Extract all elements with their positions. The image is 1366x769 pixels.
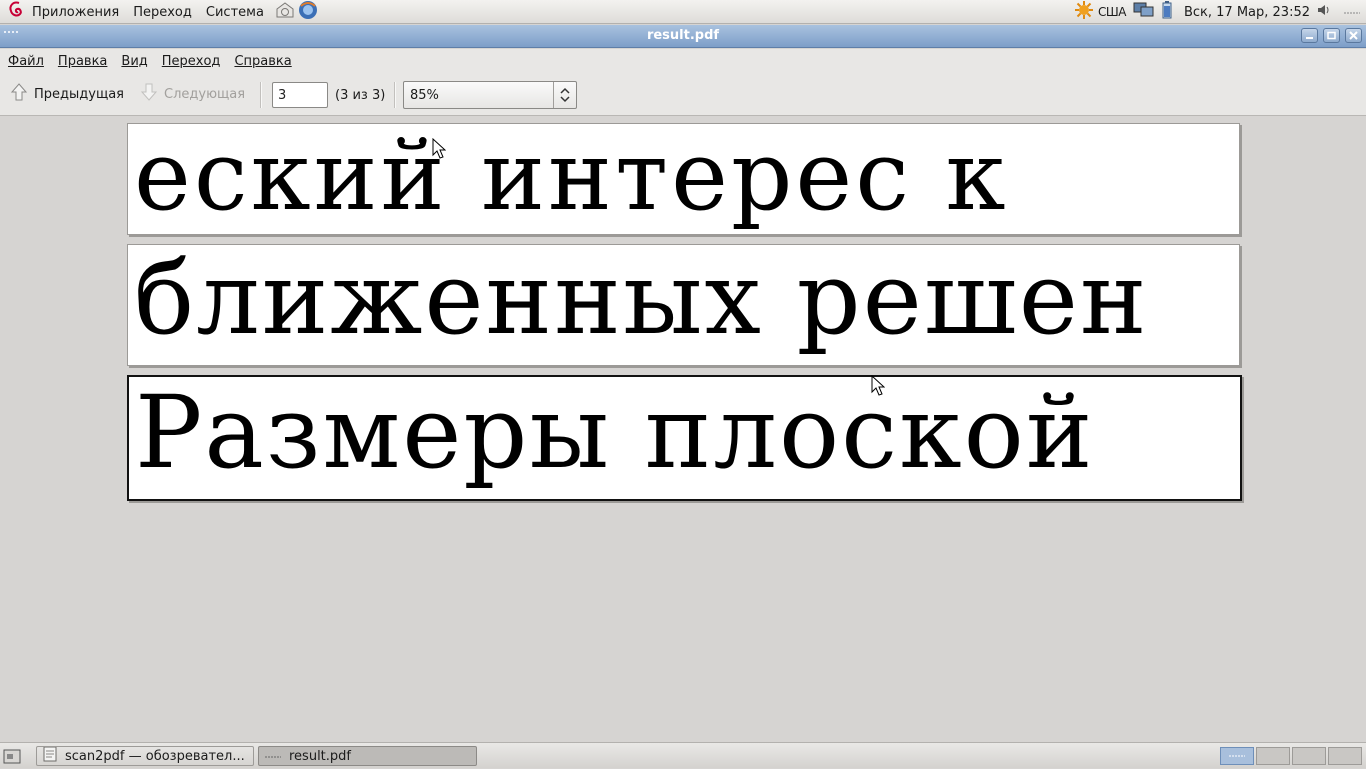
arrow-down-icon <box>140 82 158 106</box>
toolbar-separator <box>394 82 396 108</box>
pdf-page-2: ближенных решен <box>127 244 1240 366</box>
next-page-label: Следующая <box>164 86 246 102</box>
taskbar-item-browser[interactable]: scan2pdf — обозревател... <box>36 746 254 766</box>
page-text: Размеры плоской <box>135 375 1095 491</box>
document-view[interactable]: еский интерес к ближенных решен Размеры … <box>0 117 1366 742</box>
minimize-button[interactable] <box>1301 28 1318 43</box>
zoom-select[interactable]: 85% <box>403 81 577 109</box>
menu-edit[interactable]: Правка <box>58 54 107 69</box>
window-titlebar[interactable]: result.pdf <box>0 25 1366 48</box>
menu-file[interactable]: Файл <box>8 54 44 69</box>
menu-view[interactable]: Вид <box>121 54 147 69</box>
page-text: еский интерес к <box>134 123 1009 232</box>
mail-launcher-icon[interactable] <box>274 0 296 24</box>
page-number-input[interactable] <box>272 82 328 108</box>
clock[interactable]: Вск, 17 Мар, 23:52 <box>1184 5 1310 20</box>
page-text: ближенных решен <box>134 244 1149 357</box>
pdf-page-1: еский интерес к <box>127 123 1240 235</box>
toolbar-separator <box>260 82 262 108</box>
close-button[interactable] <box>1345 28 1362 43</box>
taskbar-item-label: scan2pdf — обозревател... <box>65 748 245 764</box>
update-notifier-icon[interactable] <box>1074 0 1094 24</box>
keyboard-layout-indicator[interactable]: США <box>1098 5 1126 19</box>
toolbar: Предыдущая Следующая <box>0 73 1366 116</box>
volume-icon[interactable] <box>1316 2 1332 22</box>
panel-handle-icon[interactable] <box>1344 5 1360 20</box>
previous-page-button[interactable]: Предыдущая <box>10 83 124 105</box>
places-menu[interactable]: Переход <box>133 5 192 20</box>
document-icon <box>43 747 57 765</box>
previous-page-label: Предыдущая <box>34 86 124 102</box>
workspace-2[interactable] <box>1256 747 1290 765</box>
workspace-4[interactable] <box>1328 747 1362 765</box>
system-menu[interactable]: Система <box>206 5 264 20</box>
updown-arrows-icon <box>553 82 576 108</box>
applications-menu[interactable]: Приложения <box>32 5 119 20</box>
maximize-button[interactable] <box>1323 28 1340 43</box>
menu-help[interactable]: Справка <box>234 54 291 69</box>
taskbar-item-label: result.pdf <box>289 748 351 764</box>
menu-go[interactable]: Переход <box>162 54 221 69</box>
next-page-button[interactable]: Следующая <box>140 83 245 105</box>
show-desktop-icon[interactable] <box>3 747 21 769</box>
browser-launcher-icon[interactable] <box>298 0 318 24</box>
page-count-label: (3 из 3) <box>335 88 386 103</box>
bottom-panel: scan2pdf — обозревател... result.pdf <box>0 742 1366 768</box>
mouse-pointer-icon <box>871 375 885 396</box>
mouse-pointer-icon <box>432 138 446 159</box>
workspace-3[interactable] <box>1292 747 1326 765</box>
zoom-value: 85% <box>410 88 439 103</box>
window-title: result.pdf <box>646 28 720 43</box>
arrow-up-icon <box>10 82 28 106</box>
pdf-page-3: Размеры плоской <box>127 375 1242 501</box>
top-panel: Приложения Переход Система США Вск, 17 М… <box>0 0 1366 24</box>
window-icon <box>265 749 281 764</box>
debian-logo-icon[interactable] <box>8 0 26 24</box>
network-icon[interactable] <box>1133 1 1155 23</box>
battery-icon[interactable] <box>1162 1 1172 23</box>
menubar: Файл Правка Вид Переход Справка <box>0 49 1366 73</box>
workspace-1[interactable] <box>1220 747 1254 765</box>
taskbar-item-result-pdf[interactable]: result.pdf <box>258 746 477 766</box>
